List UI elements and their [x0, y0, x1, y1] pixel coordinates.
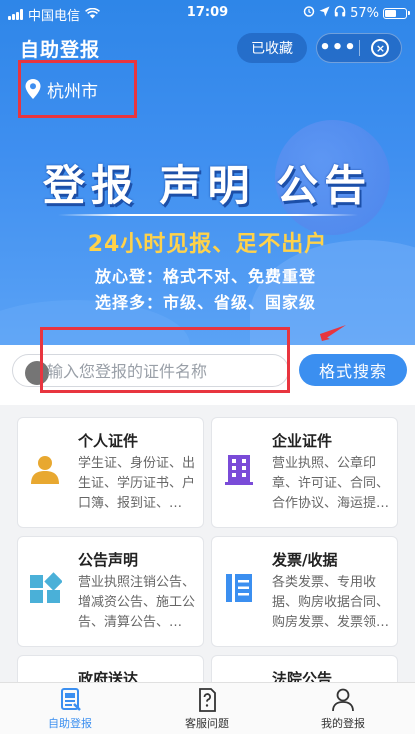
- search-touch-icon: [25, 361, 49, 385]
- location-pin-icon: [25, 79, 41, 99]
- blocks-icon: [30, 572, 62, 603]
- card-title: 发票/收据: [272, 551, 338, 569]
- search-input[interactable]: [47, 357, 282, 385]
- city-label: 杭州市: [47, 81, 98, 102]
- search-field[interactable]: [12, 354, 289, 387]
- tab-customer-service[interactable]: 客服问题: [167, 687, 247, 731]
- category-card-government[interactable]: 政府送达: [17, 655, 204, 682]
- bottom-tab-bar: 自助登报 客服问题 我的登报: [0, 682, 415, 734]
- mini-program-capsule: ••• ×: [316, 33, 402, 63]
- category-card-announcement[interactable]: 公告声明 营业执照注销公告、增减资公告、施工公告、清算公告、…: [17, 536, 204, 647]
- battery-percent: 57%: [350, 5, 379, 21]
- battery-icon: [383, 7, 410, 19]
- location-arrow-icon: [319, 6, 330, 21]
- question-doc-icon: [199, 688, 216, 712]
- page-title: 自助登报: [20, 39, 101, 61]
- tab-label: 客服问题: [185, 717, 229, 730]
- newspaper-icon: [61, 688, 81, 711]
- banner-headline: 登报 声明 公告: [42, 161, 373, 210]
- category-card-personal[interactable]: 个人证件 学生证、身份证、出生证、学历证书、户口簿、报到证、…: [17, 417, 204, 528]
- tab-self-publish[interactable]: 自助登报: [30, 687, 110, 731]
- card-title: 企业证件: [272, 432, 333, 450]
- close-circle-icon[interactable]: ×: [360, 39, 401, 57]
- category-card-invoice[interactable]: 发票/收据 各类发票、专用收据、购房收据合同、购房发票、发票领…: [211, 536, 398, 647]
- tab-my-publications[interactable]: 我的登报: [303, 687, 383, 731]
- headphones-icon: [334, 5, 346, 21]
- card-description: 营业执照注销公告、增减资公告、施工公告、清算公告、…: [78, 575, 196, 630]
- person-icon: [31, 456, 59, 484]
- format-search-button[interactable]: 格式搜索: [299, 354, 407, 386]
- category-card-court[interactable]: 法院公告: [211, 655, 398, 682]
- card-description: 学生证、身份证、出生证、学历证书、户口簿、报到证、…: [78, 456, 196, 511]
- category-grid: 个人证件 学生证、身份证、出生证、学历证书、户口簿、报到证、… 企业证件 营业执…: [0, 405, 415, 682]
- invoice-icon: [226, 574, 252, 602]
- hero-banner: 中国电信 17:09 57% 自助登报 已收藏 ••• × 杭州市 登报 声明 …: [0, 0, 415, 345]
- card-description: 营业执照、公章印章、许可证、合同、合作协议、海运提…: [272, 456, 390, 511]
- building-icon: [225, 455, 253, 485]
- banner-slogan: 24小时见报、足不出户: [87, 232, 328, 257]
- tab-label: 我的登报: [321, 717, 365, 730]
- headline-divider: [58, 214, 358, 216]
- alarm-icon: [303, 5, 315, 21]
- category-card-enterprise[interactable]: 企业证件 营业执照、公章印章、许可证、合同、合作协议、海运提…: [211, 417, 398, 528]
- annotation-arrow-icon: [320, 325, 346, 341]
- location-selector[interactable]: 杭州市: [18, 60, 137, 118]
- card-title: 个人证件: [78, 432, 139, 450]
- card-title: 法院公告: [272, 670, 333, 682]
- user-icon: [332, 688, 354, 712]
- more-dots-icon[interactable]: •••: [317, 33, 359, 63]
- status-bar: 中国电信 17:09 57%: [0, 0, 415, 26]
- card-title: 政府送达: [78, 670, 139, 682]
- favorited-button[interactable]: 已收藏: [237, 33, 307, 63]
- banner-feature: 放心登：格式不对、免费重登: [95, 267, 317, 286]
- banner-feature: 选择多：市级、省级、国家级: [95, 293, 317, 312]
- tab-label: 自助登报: [48, 717, 92, 730]
- card-title: 公告声明: [78, 551, 139, 569]
- card-description: 各类发票、专用收据、购房收据合同、购房发票、发票领…: [272, 575, 390, 630]
